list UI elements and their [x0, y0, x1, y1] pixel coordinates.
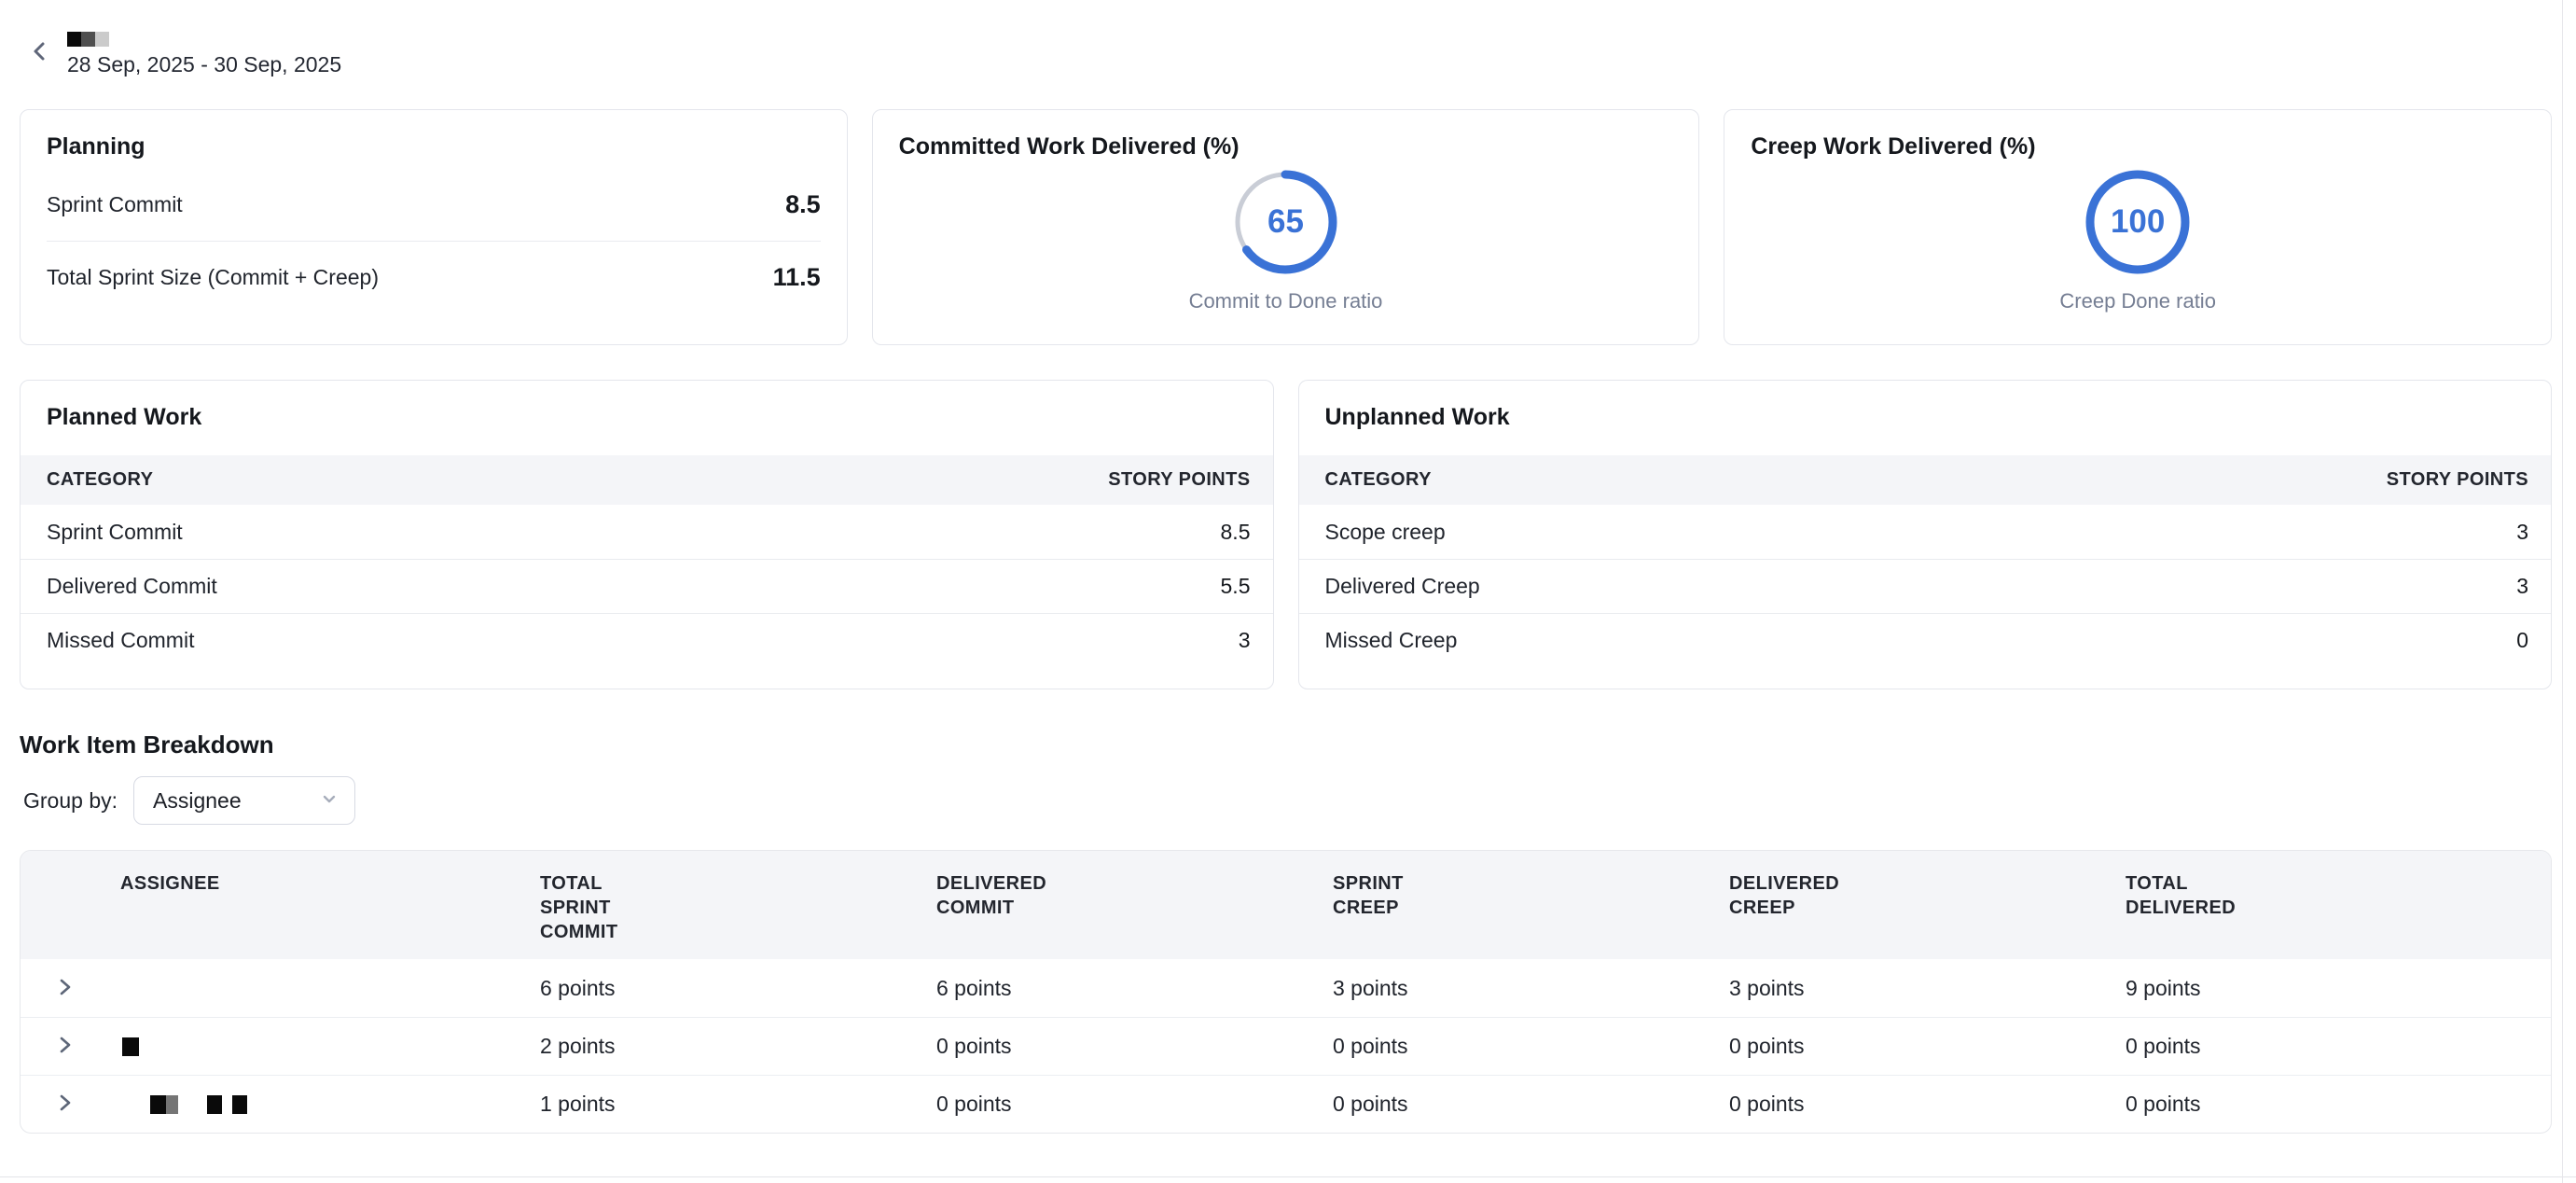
- points-cell: 3: [1239, 628, 1251, 653]
- column-header-sprint-creep: SPRINT CREEP: [1333, 871, 1459, 920]
- planned-work-title: Planned Work: [21, 381, 1273, 431]
- total-delivered-cell: 9 points: [2126, 976, 2551, 1001]
- delivered-creep-cell: 3 points: [1729, 976, 2126, 1001]
- creep-gauge-caption: Creep Done ratio: [1751, 289, 2525, 313]
- bottom-divider: [0, 1176, 2576, 1177]
- table-row: 6 points 6 points 3 points 3 points 9 po…: [21, 959, 2551, 1017]
- committed-gauge-caption: Commit to Done ratio: [899, 289, 1673, 313]
- category-cell: Delivered Commit: [47, 574, 217, 599]
- breakdown-table: ASSIGNEE TOTAL SPRINT COMMIT DELIVERED C…: [20, 850, 2552, 1134]
- assignee-cell-redacted: [120, 1037, 540, 1056]
- committed-gauge-value: 65: [1233, 170, 1337, 274]
- metric-row-sprint-commit: Sprint Commit 8.5: [47, 168, 821, 241]
- sprint-report-header: 28 Sep, 2025 - 30 Sep, 2025: [20, 0, 2552, 77]
- expand-row-button[interactable]: [48, 972, 80, 1004]
- planned-work-card: Planned Work CATEGORY STORY POINTS Sprin…: [20, 380, 1274, 689]
- scrollbar-track-edge[interactable]: [2562, 0, 2563, 1183]
- committed-work-card: Committed Work Delivered (%) 65 Commit t…: [872, 109, 1700, 345]
- category-cell: Sprint Commit: [47, 520, 183, 545]
- metric-value: 11.5: [773, 263, 821, 292]
- column-header-total-delivered: TOTAL DELIVERED: [2126, 871, 2251, 920]
- metric-value: 8.5: [785, 190, 821, 219]
- expand-row-button[interactable]: [48, 1089, 80, 1120]
- category-cell: Scope creep: [1325, 520, 1446, 545]
- group-by-select[interactable]: Assignee: [133, 776, 355, 825]
- total-sprint-commit-cell: 2 points: [540, 1034, 936, 1059]
- unplanned-work-card: Unplanned Work CATEGORY STORY POINTS Sco…: [1298, 380, 2553, 689]
- chevron-right-icon: [52, 1091, 76, 1118]
- total-delivered-cell: 0 points: [2126, 1034, 2551, 1059]
- category-cell: Missed Commit: [47, 628, 194, 653]
- table-row: Missed Creep 0: [1299, 613, 2552, 667]
- sprint-creep-cell: 0 points: [1333, 1092, 1729, 1117]
- group-by-label: Group by:: [23, 788, 118, 814]
- points-cell: 8.5: [1221, 520, 1251, 545]
- assignee-cell-redacted: [120, 1095, 540, 1114]
- sprint-creep-cell: 0 points: [1333, 1034, 1729, 1059]
- work-item-breakdown-title: Work Item Breakdown: [20, 731, 2552, 759]
- delivered-commit-cell: 6 points: [936, 976, 1333, 1001]
- committed-card-title: Committed Work Delivered (%): [899, 132, 1673, 160]
- planning-card: Planning Sprint Commit 8.5 Total Sprint …: [20, 109, 848, 345]
- column-header-delivered-commit: DELIVERED COMMIT: [936, 871, 1062, 920]
- creep-gauge-value: 100: [2085, 170, 2190, 274]
- delivered-creep-cell: 0 points: [1729, 1034, 2126, 1059]
- column-header-story-points: STORY POINTS: [1108, 469, 1250, 491]
- points-cell: 3: [2516, 520, 2528, 545]
- total-delivered-cell: 0 points: [2126, 1092, 2551, 1117]
- table-row: Sprint Commit 8.5: [21, 505, 1273, 559]
- column-header-delivered-creep: DELIVERED CREEP: [1729, 871, 1855, 920]
- back-button[interactable]: [20, 32, 61, 73]
- table-row: Delivered Creep 3: [1299, 559, 2552, 613]
- points-cell: 5.5: [1221, 574, 1251, 599]
- metric-label: Total Sprint Size (Commit + Creep): [47, 265, 379, 290]
- metric-label: Sprint Commit: [47, 192, 183, 217]
- group-by-control: Group by: Assignee: [20, 776, 2552, 825]
- sprint-date-range: 28 Sep, 2025 - 30 Sep, 2025: [67, 52, 341, 77]
- column-header-category: CATEGORY: [47, 469, 153, 491]
- sprint-title-redacted: [67, 32, 341, 47]
- committed-gauge: 65: [1233, 170, 1337, 274]
- creep-gauge: 100: [2085, 170, 2190, 274]
- creep-card-title: Creep Work Delivered (%): [1751, 132, 2525, 160]
- metric-row-total-sprint-size: Total Sprint Size (Commit + Creep) 11.5: [47, 241, 821, 313]
- column-header-category: CATEGORY: [1325, 469, 1432, 491]
- table-row: 1 points 0 points 0 points 0 points 0 po…: [21, 1075, 2551, 1133]
- column-header-assignee: ASSIGNEE: [120, 871, 246, 896]
- chevron-right-icon: [52, 975, 76, 1002]
- table-row: Delivered Commit 5.5: [21, 559, 1273, 613]
- chevron-down-icon: [319, 788, 339, 814]
- points-cell: 3: [2516, 574, 2528, 599]
- unplanned-work-title: Unplanned Work: [1299, 381, 2552, 431]
- total-sprint-commit-cell: 6 points: [540, 976, 936, 1001]
- planned-work-header-row: CATEGORY STORY POINTS: [21, 455, 1273, 505]
- expand-row-button[interactable]: [48, 1031, 80, 1063]
- points-cell: 0: [2516, 628, 2528, 653]
- table-row: 2 points 0 points 0 points 0 points 0 po…: [21, 1017, 2551, 1075]
- delivered-creep-cell: 0 points: [1729, 1092, 2126, 1117]
- column-header-story-points: STORY POINTS: [2387, 469, 2528, 491]
- delivered-commit-cell: 0 points: [936, 1034, 1333, 1059]
- group-by-selected-value: Assignee: [153, 788, 242, 814]
- column-header-total-sprint-commit: TOTAL SPRINT COMMIT: [540, 871, 666, 944]
- chevron-right-icon: [52, 1033, 76, 1060]
- unplanned-work-header-row: CATEGORY STORY POINTS: [1299, 455, 2552, 505]
- delivered-commit-cell: 0 points: [936, 1092, 1333, 1117]
- sprint-creep-cell: 3 points: [1333, 976, 1729, 1001]
- category-cell: Delivered Creep: [1325, 574, 1480, 599]
- table-row: Missed Commit 3: [21, 613, 1273, 667]
- planning-card-title: Planning: [47, 132, 821, 160]
- category-cell: Missed Creep: [1325, 628, 1458, 653]
- creep-work-card: Creep Work Delivered (%) 100 Creep Done …: [1724, 109, 2552, 345]
- total-sprint-commit-cell: 1 points: [540, 1092, 936, 1117]
- breakdown-header-row: ASSIGNEE TOTAL SPRINT COMMIT DELIVERED C…: [21, 851, 2551, 959]
- chevron-left-icon: [26, 37, 54, 68]
- table-row: Scope creep 3: [1299, 505, 2552, 559]
